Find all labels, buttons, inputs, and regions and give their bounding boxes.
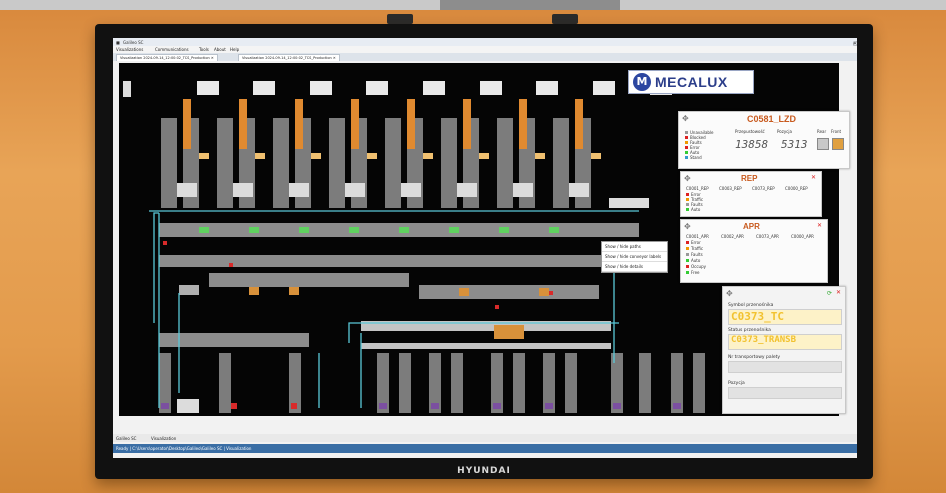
apr-col-2: C0002_APR xyxy=(721,234,744,239)
tab-visualization-2[interactable]: Visualization 2024-09-14_12:00:02_TCS_Pr… xyxy=(238,54,340,61)
label-status: Status przenośnika xyxy=(728,328,771,333)
rep-col-3: C0073_REP xyxy=(752,186,775,191)
bottom-tab-bar: Galileo SC Visualization xyxy=(113,434,857,442)
panel-rep: ✥ REP ✕ C0001_REP C0003_REP C0073_REP C0… xyxy=(680,171,822,217)
document-tabs: Visualization 2024-09-14_12:00:02_TCS_Pr… xyxy=(113,53,857,61)
close-icon[interactable]: ✕ xyxy=(836,290,842,296)
menu-item-tools[interactable]: Tools xyxy=(199,47,209,52)
col-label-rear: Rear xyxy=(817,129,827,134)
front-indicator xyxy=(832,138,844,150)
menu-item-communications[interactable]: Communications xyxy=(155,47,189,52)
label-symbol: Symbol przenośnika xyxy=(728,303,774,308)
col-label-throughput: Przepustowość xyxy=(735,129,765,134)
status-text: Ready | C:\Users\operator\Desktop\Galile… xyxy=(116,446,252,451)
apr-col-1: C0001_APR xyxy=(686,234,709,239)
move-handle-icon[interactable]: ✥ xyxy=(726,289,733,298)
panel-apr: ✥ APR ✕ C0001_APR C0002_APR C0073_APR C0… xyxy=(680,219,828,283)
window-titlebar: ■ Galileo SC – □ ✕ xyxy=(113,38,857,47)
rep-rows: Error Traffic Faults Auto xyxy=(686,192,703,212)
context-menu-item-paths[interactable]: Show / hide paths xyxy=(602,242,667,252)
close-icon[interactable]: ✕ xyxy=(811,175,817,181)
throughput-counter: 13858 xyxy=(735,138,769,151)
move-handle-icon[interactable]: ✥ xyxy=(684,222,691,231)
close-icon[interactable]: ✕ xyxy=(817,223,823,229)
move-handle-icon[interactable]: ✥ xyxy=(682,114,689,123)
bottom-tab-visualization[interactable]: Visualization xyxy=(151,436,176,441)
refresh-icon[interactable]: ⟳ xyxy=(827,290,832,297)
app-icon: ■ xyxy=(116,40,120,45)
label-transport: Nr transportowy palety xyxy=(728,355,781,360)
menu-item-help[interactable]: Help xyxy=(230,47,239,52)
panel-c0581-title: C0581_LZD xyxy=(747,114,797,124)
position-field[interactable] xyxy=(728,387,842,399)
menu-bar: Visualizations Communications Tools Abou… xyxy=(113,46,857,53)
ceiling-strip xyxy=(0,0,946,10)
context-menu-item-details[interactable]: Show / hide details xyxy=(602,262,667,272)
apr-col-4: C0000_APR xyxy=(791,234,814,239)
col-label-position: Pozycja xyxy=(777,129,792,134)
apr-rows: Error Traffic Faults Auto Occupy Free xyxy=(686,240,706,276)
mecalux-logo: M MECALUX xyxy=(628,70,754,94)
tv-brand-label: HYUNDAI xyxy=(457,466,511,476)
rep-col-1: C0001_REP xyxy=(686,186,709,191)
transport-field[interactable] xyxy=(728,361,842,373)
status-value: C0373_TRANSB xyxy=(731,335,797,345)
wall-mount-left xyxy=(387,14,413,24)
symbol-value: C0373_TC xyxy=(731,310,784,323)
crane-label-boxes xyxy=(197,81,672,95)
label-position: Pozycja xyxy=(728,381,745,386)
panel-apr-title: APR xyxy=(743,222,760,231)
position-counter: 5313 xyxy=(781,138,808,151)
panel-detail: ✥ ⟳ ✕ Symbol przenośnika C0373_TC Status… xyxy=(722,286,846,414)
context-menu: Show / hide paths Show / hide conveyor l… xyxy=(601,241,668,273)
tab-visualization-1[interactable]: Visualization 2024-09-14_12:00:02_TCS_Pr… xyxy=(116,54,218,61)
panel-rep-title: REP xyxy=(741,174,758,183)
menu-item-visualizations[interactable]: Visualizations xyxy=(116,47,143,52)
rep-col-4: C0000_REP xyxy=(785,186,808,191)
context-menu-item-labels[interactable]: Show / hide conveyor labels xyxy=(602,252,667,262)
mecalux-logo-mark: M xyxy=(633,73,651,91)
panel-c0581-legend: Unavailable Blocked Faults Error Auto St… xyxy=(685,130,714,160)
apr-col-3: C0073_APR xyxy=(756,234,779,239)
bottom-tab-galileo[interactable]: Galileo SC xyxy=(116,436,136,441)
window-title: Galileo SC xyxy=(123,40,144,45)
wall-mount-right xyxy=(552,14,578,24)
menu-item-about[interactable]: About xyxy=(214,47,226,52)
rear-indicator xyxy=(817,138,829,150)
move-handle-icon[interactable]: ✥ xyxy=(684,174,691,183)
col-label-front: Front xyxy=(831,129,842,134)
rep-col-2: C0003_REP xyxy=(719,186,742,191)
status-bar: Ready | C:\Users\operator\Desktop\Galile… xyxy=(113,444,857,453)
mecalux-logo-text: MECALUX xyxy=(655,74,728,90)
panel-c0581: ✥ C0581_LZD Unavailable Blocked Faults E… xyxy=(678,111,850,169)
